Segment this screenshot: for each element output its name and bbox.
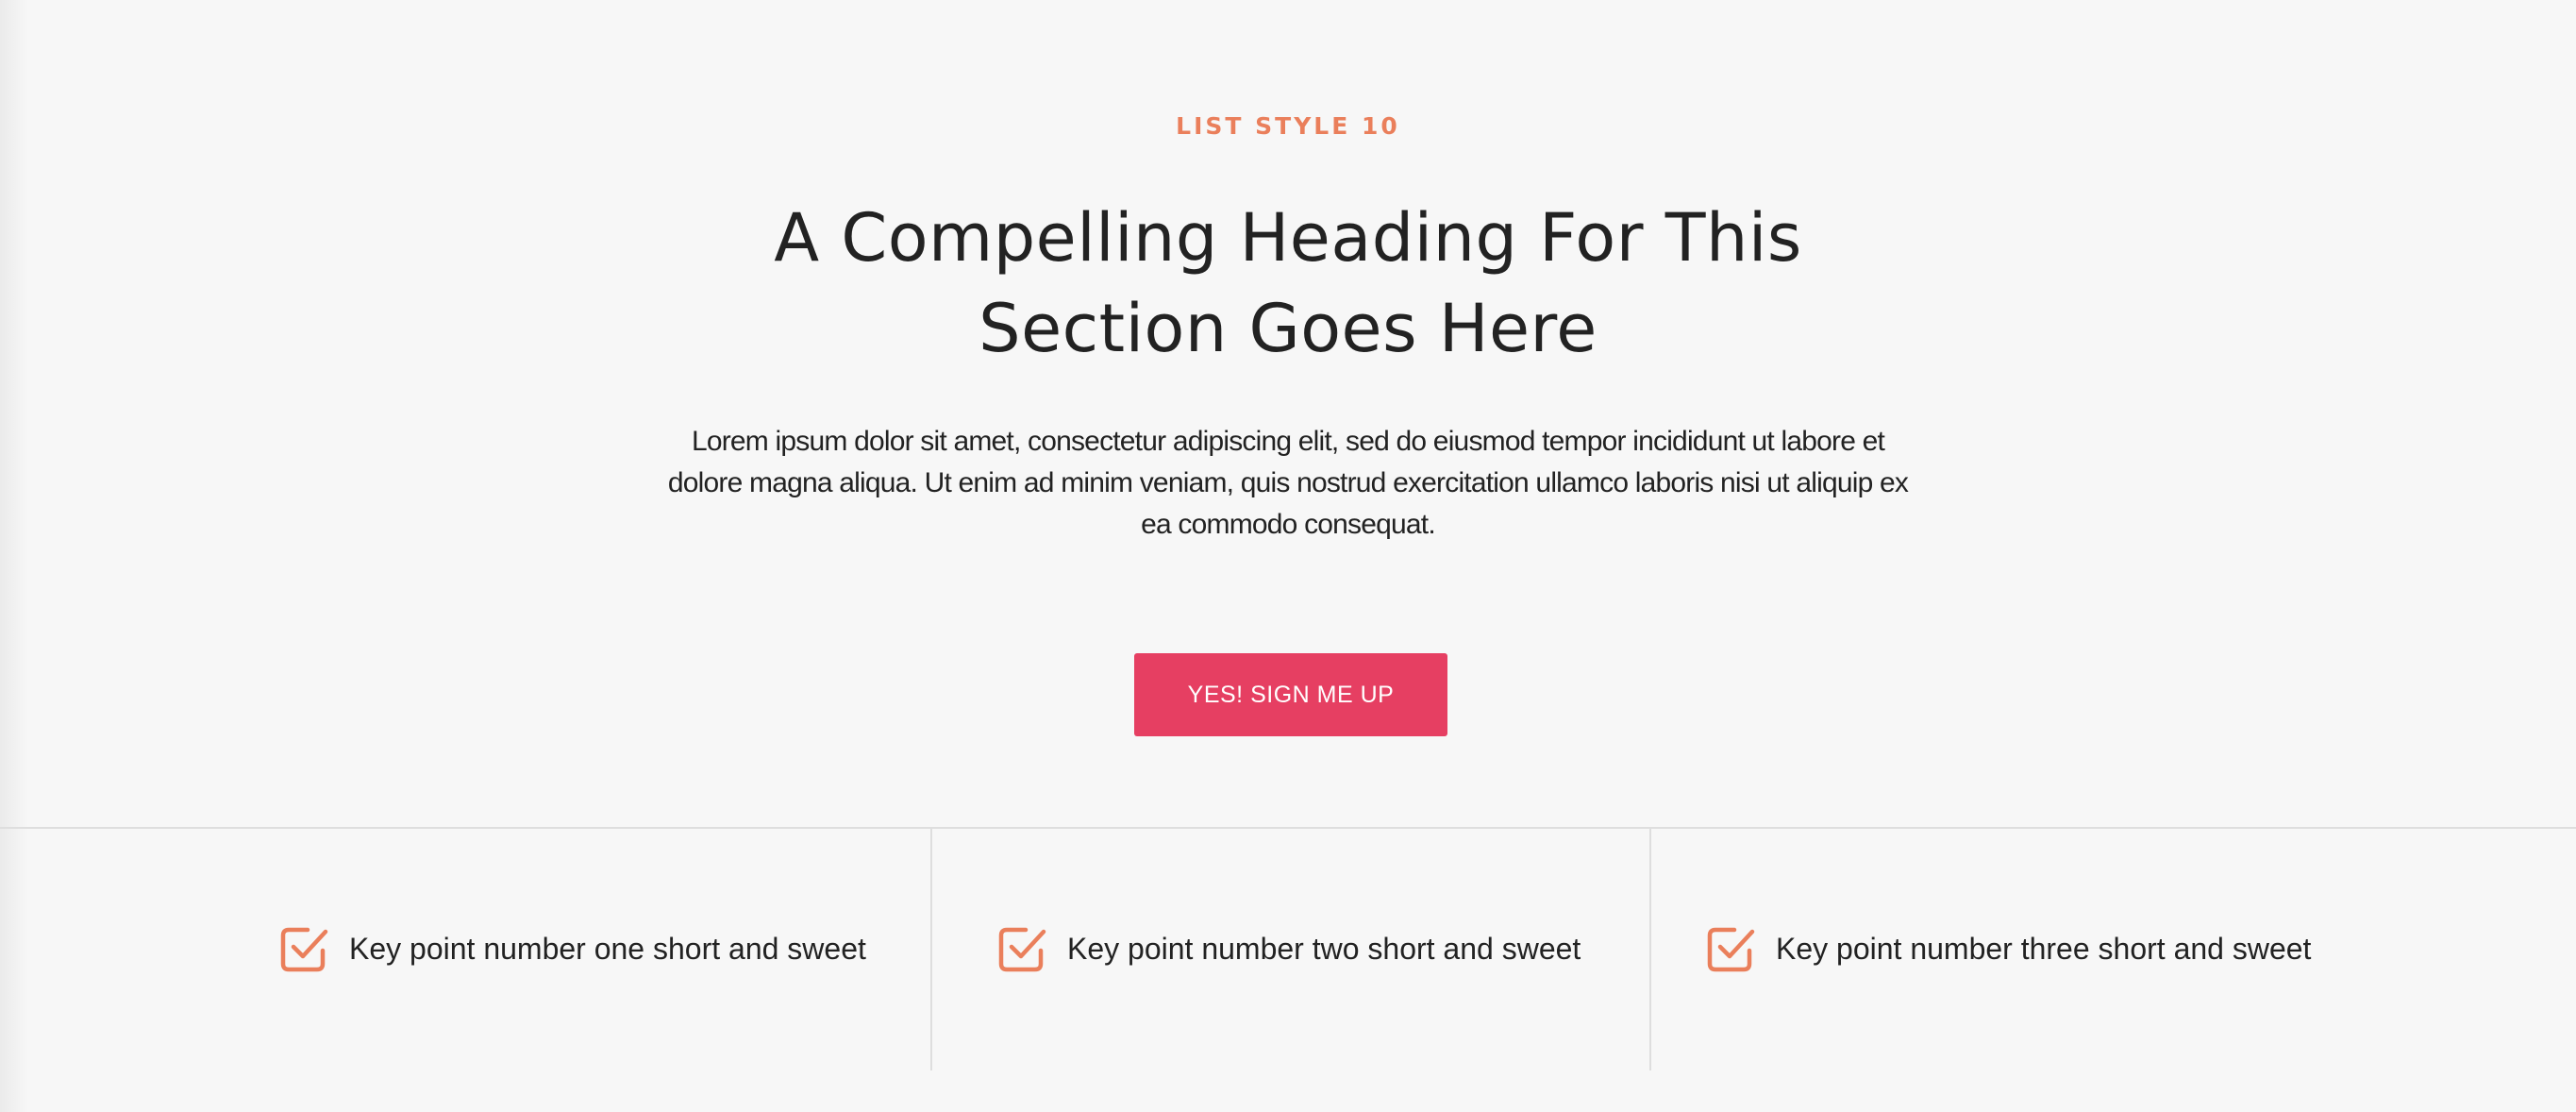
section-heading: A Compelling Heading For This Section Go… (774, 199, 1802, 367)
checkbox-checked-icon (998, 927, 1046, 972)
key-point-label: Key point number three short and sweet (1776, 931, 2312, 966)
key-point-label: Key point number one short and sweet (349, 931, 866, 966)
checkbox-checked-icon (1707, 927, 1755, 972)
checkbox-checked-icon (280, 927, 328, 972)
key-point-item-3: Key point number three short and sweet (1706, 923, 2311, 974)
column-divider (1649, 829, 1651, 1070)
key-points-row: Key point number one short and sweet Key… (0, 829, 2576, 1070)
section-eyebrow: LIST STYLE 10 (1176, 112, 1400, 140)
hero-section: LIST STYLE 10 A Compelling Heading For T… (0, 0, 2576, 827)
section-body-text: Lorem ipsum dolor sit amet, consectetur … (667, 426, 1909, 540)
key-point-label: Key point number two short and sweet (1067, 931, 1581, 966)
key-point-item-1: Key point number one short and sweet (279, 923, 866, 974)
key-point-item-2: Key point number two short and sweet (997, 923, 1581, 974)
column-divider (930, 829, 932, 1070)
sign-up-button[interactable]: YES! SIGN ME UP (1134, 653, 1447, 736)
